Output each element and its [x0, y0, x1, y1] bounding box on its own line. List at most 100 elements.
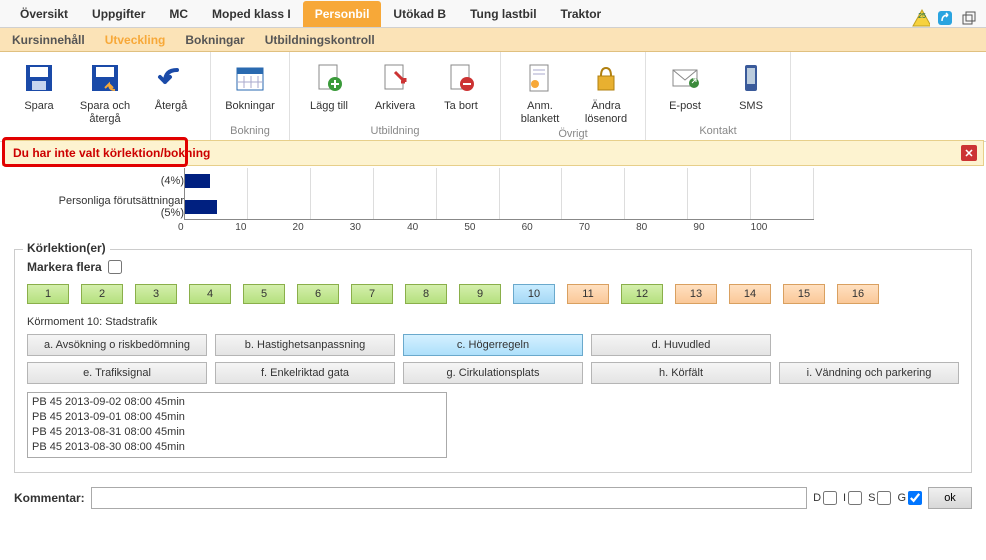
top-tab-uppgifter[interactable]: Uppgifter [80, 1, 157, 27]
flag-d-checkbox[interactable] [823, 491, 837, 505]
bottom-row: Kommentar: D I S G ok [14, 487, 972, 509]
popout-icon[interactable] [960, 9, 978, 27]
letter-btn[interactable]: e. Trafiksignal [27, 362, 207, 384]
list-item[interactable]: PB 45 2013-08-30 08:00 45min [32, 440, 442, 455]
num-btn-12[interactable]: 12 [621, 284, 663, 304]
laggtill-button[interactable]: Lägg till [298, 56, 360, 123]
xtick: 20 [293, 222, 356, 233]
aterga-label: Återgå [155, 100, 187, 113]
letter-btn[interactable]: i. Vändning och parkering [779, 362, 959, 384]
letter-btn[interactable]: a. Avsökning o riskbedömning [27, 334, 207, 356]
top-tab-moped[interactable]: Moped klass I [200, 1, 303, 27]
anmblankett-button[interactable]: Anm. blankett [509, 56, 571, 126]
sub-tab-kursinnehall[interactable]: Kursinnehåll [12, 33, 85, 47]
chart-label-1: Personliga förutsättningar (5%) [14, 194, 184, 220]
epost-label: E-post [669, 100, 701, 113]
markera-flera-label: Markera flera [27, 260, 102, 274]
num-btn-11[interactable]: 11 [567, 284, 609, 304]
xtick: 50 [464, 222, 527, 233]
list-item[interactable]: PB 45 2013-09-02 08:00 45min [32, 395, 442, 410]
sms-label: SMS [739, 100, 763, 113]
top-tab-traktor[interactable]: Traktor [549, 1, 614, 27]
fieldset-legend: Körlektion(er) [23, 241, 110, 255]
num-btn-8[interactable]: 8 [405, 284, 447, 304]
session-listbox[interactable]: PB 45 2013-09-02 08:00 45minPB 45 2013-0… [27, 392, 447, 458]
chart-area: (4%) Personliga förutsättningar (5%) 010… [0, 168, 986, 243]
letter-btn[interactable]: f. Enkelriktad gata [215, 362, 395, 384]
letter-btn[interactable]: c. Högerregeln [403, 334, 583, 356]
num-btn-6[interactable]: 6 [297, 284, 339, 304]
sub-tab-bokningar[interactable]: Bokningar [185, 33, 244, 47]
num-btn-15[interactable]: 15 [783, 284, 825, 304]
spara-button[interactable]: Spara [8, 56, 70, 135]
remote-icon[interactable] [936, 9, 954, 27]
alert-badge-icon[interactable]: 25 [912, 9, 930, 27]
andralosenord-label: Ändra lösenord [585, 100, 627, 126]
letter-btn[interactable]: d. Huvudled [591, 334, 771, 356]
num-btn-4[interactable]: 4 [189, 284, 231, 304]
flag-g-checkbox[interactable] [908, 491, 922, 505]
kommentar-label: Kommentar: [14, 491, 85, 505]
letter-btn[interactable]: b. Hastighetsanpassning [215, 334, 395, 356]
xtick: 10 [235, 222, 298, 233]
top-tab-oversikt[interactable]: Översikt [8, 1, 80, 27]
xtick: 80 [636, 222, 699, 233]
ok-button[interactable]: ok [928, 487, 972, 509]
warning-message: Du har inte valt körlektion/bokning [13, 146, 210, 160]
num-btn-2[interactable]: 2 [81, 284, 123, 304]
flag-s-label: S [868, 492, 875, 504]
top-tab-bar: Översikt Uppgifter MC Moped klass I Pers… [0, 0, 986, 28]
letter-btn[interactable]: g. Cirkulationsplats [403, 362, 583, 384]
calendar-icon [232, 60, 268, 96]
sms-button[interactable]: SMS [720, 56, 782, 123]
spara-label: Spara [24, 100, 53, 113]
num-btn-1[interactable]: 1 [27, 284, 69, 304]
top-tab-tunglastbil[interactable]: Tung lastbil [458, 1, 548, 27]
close-icon: ✕ [964, 147, 973, 160]
flag-d-label: D [813, 492, 821, 504]
letter-btn[interactable]: h. Körfält [591, 362, 771, 384]
top-tab-utokadb[interactable]: Utökad B [381, 1, 458, 27]
spara-aterga-button[interactable]: Spara och återgå [74, 56, 136, 135]
top-tab-mc[interactable]: MC [157, 1, 200, 27]
xtick: 30 [350, 222, 413, 233]
ribbon: Spara Spara och återgå Återgå Bokningar … [0, 52, 986, 142]
xtick: 70 [579, 222, 642, 233]
save-icon [21, 60, 57, 96]
num-btn-14[interactable]: 14 [729, 284, 771, 304]
bokningar-button[interactable]: Bokningar [219, 56, 281, 123]
return-icon [153, 60, 189, 96]
aterga-button[interactable]: Återgå [140, 56, 202, 135]
bokningar-label: Bokningar [225, 100, 275, 113]
andralosenord-button[interactable]: Ändra lösenord [575, 56, 637, 126]
top-tab-personbil[interactable]: Personbil [303, 1, 382, 27]
num-btn-3[interactable]: 3 [135, 284, 177, 304]
sub-tab-utveckling[interactable]: Utveckling [105, 33, 166, 47]
num-btn-10[interactable]: 10 [513, 284, 555, 304]
num-btn-13[interactable]: 13 [675, 284, 717, 304]
xtick: 0 [178, 222, 241, 233]
num-btn-16[interactable]: 16 [837, 284, 879, 304]
epost-button[interactable]: E-post [654, 56, 716, 123]
flag-s-checkbox[interactable] [877, 491, 891, 505]
sub-tab-utbildningskontroll[interactable]: Utbildningskontroll [265, 33, 375, 47]
ribbon-group-label-4: Kontakt [699, 123, 736, 139]
list-item[interactable]: PB 45 2013-08-31 08:00 45min [32, 425, 442, 440]
num-btn-5[interactable]: 5 [243, 284, 285, 304]
ribbon-group-label-2: Utbildning [371, 123, 420, 139]
xtick: 60 [522, 222, 585, 233]
warning-close-button[interactable]: ✕ [961, 145, 977, 161]
num-btn-7[interactable]: 7 [351, 284, 393, 304]
form-icon [522, 60, 558, 96]
kommentar-input[interactable] [91, 487, 807, 509]
laggtill-label: Lägg till [310, 100, 348, 113]
num-btn-9[interactable]: 9 [459, 284, 501, 304]
list-item[interactable]: PB 45 2013-09-01 08:00 45min [32, 410, 442, 425]
markera-flera-checkbox[interactable] [108, 260, 122, 274]
tabort-button[interactable]: Ta bort [430, 56, 492, 123]
xtick: 90 [693, 222, 756, 233]
chart-y-labels: (4%) Personliga förutsättningar (5%) [14, 168, 184, 233]
arkivera-button[interactable]: Arkivera [364, 56, 426, 123]
chart-bar-1 [185, 200, 217, 214]
flag-i-checkbox[interactable] [848, 491, 862, 505]
